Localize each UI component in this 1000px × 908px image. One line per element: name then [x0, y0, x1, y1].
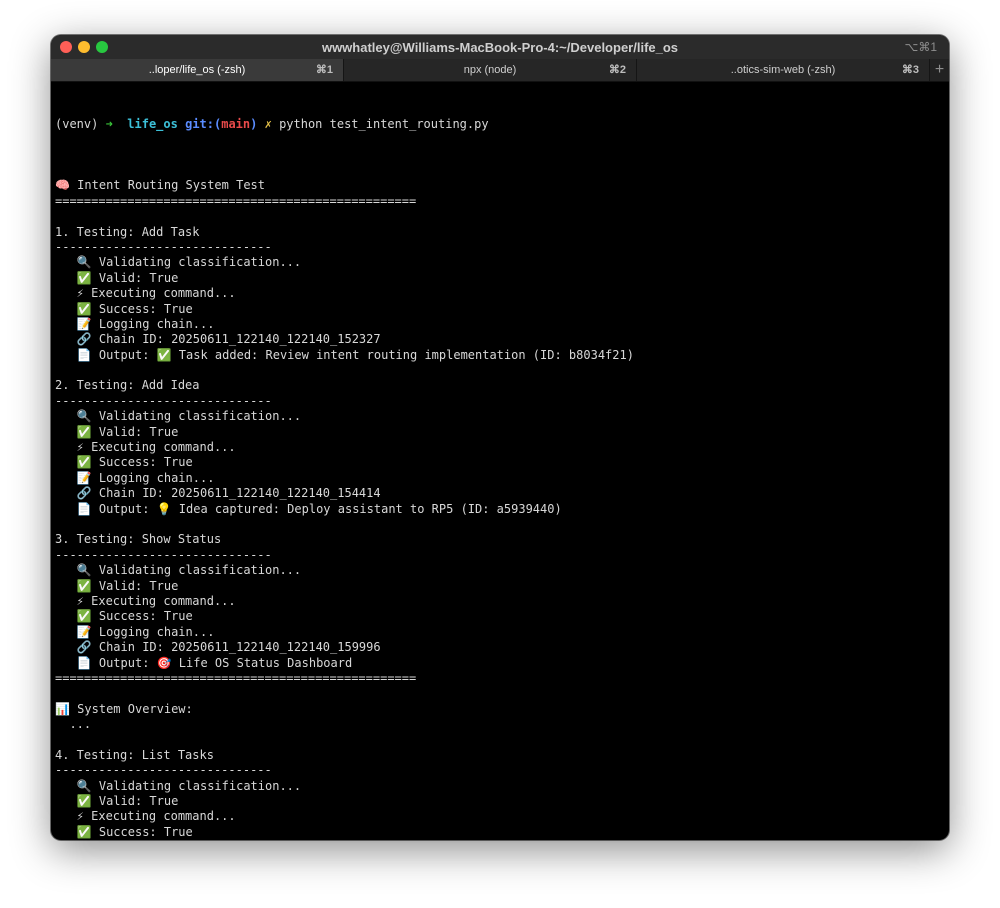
output-line: ✅ Success: True: [55, 301, 193, 316]
output-line: 4. Testing: List Tasks: [55, 747, 214, 762]
prompt-git-branch: main: [221, 116, 251, 131]
prompt-command: python test_intent_routing.py: [279, 116, 489, 131]
title-bar[interactable]: wwwhatley@Williams-MacBook-Pro-4:~/Devel…: [51, 35, 949, 59]
output-line: ✅ Valid: True: [55, 794, 179, 809]
output-line: 🔍 Validating classification...: [55, 409, 302, 424]
output-line: ========================================…: [55, 670, 417, 685]
output-lines: 🧠 Intent Routing System Test ============…: [55, 163, 945, 840]
tab-shortcut: ⌘3: [901, 64, 919, 76]
window-shortcut: ⌥⌘1: [904, 40, 937, 54]
prompt-venv: (venv): [55, 116, 99, 131]
output-line: ------------------------------: [55, 239, 272, 254]
window-title: wwwhatley@Williams-MacBook-Pro-4:~/Devel…: [321, 40, 679, 55]
prompt-git-prefix: git:(: [185, 116, 222, 131]
output-line: 📝 Logging chain...: [55, 624, 215, 639]
output-line: ⚡ Executing command...: [55, 286, 236, 301]
tab-label: ..loper/life_os (-zsh): [148, 64, 246, 76]
output-line: ✅ Success: True: [55, 609, 193, 624]
output-line: ⚡ Executing command...: [55, 593, 236, 608]
output-line: 🧠 Intent Routing System Test: [55, 178, 266, 193]
tab-label: npx (node): [463, 64, 517, 76]
output-line: ⚡ Executing command...: [55, 809, 236, 824]
tab-shortcut: ⌘2: [608, 64, 626, 76]
tab-life-os[interactable]: ..loper/life_os (-zsh) ⌘1: [51, 59, 344, 81]
tab-bar: ..loper/life_os (-zsh) ⌘1 npx (node) ⌘2 …: [51, 59, 949, 82]
prompt-arrow-icon: ➜: [105, 116, 113, 131]
tab-npx-node[interactable]: npx (node) ⌘2: [344, 59, 637, 81]
tab-robotics-sim-web[interactable]: ..otics-sim-web (-zsh) ⌘3: [637, 59, 930, 81]
prompt-git-suffix: ): [250, 116, 258, 131]
output-line: ------------------------------: [55, 547, 272, 562]
output-line: 📄 Output: 💡 Idea captured: Deploy assist…: [55, 501, 562, 516]
output-line: ✅ Success: True: [55, 824, 193, 839]
output-line: 🔗 Chain ID: 20250611_122140_122140_15441…: [55, 486, 381, 501]
prompt-line: (venv) ➜ life_os git:(main) ✗ python tes…: [55, 117, 945, 132]
output-line: 1. Testing: Add Task: [55, 224, 200, 239]
output-line: 📝 Logging chain...: [55, 316, 215, 331]
output-line: ✅ Valid: True: [55, 270, 179, 285]
output-line: ========================================…: [55, 193, 417, 208]
output-line: ------------------------------: [55, 763, 272, 778]
output-line: 2. Testing: Add Idea: [55, 378, 200, 393]
output-line: ...: [55, 717, 92, 732]
output-line: ✅ Valid: True: [55, 424, 179, 439]
output-line: 🔗 Chain ID: 20250611_122140_122140_15232…: [55, 332, 381, 347]
output-line: 🔗 Chain ID: 20250611_122140_122140_15999…: [55, 640, 381, 655]
prompt-dirty-icon: ✗: [264, 116, 272, 131]
new-tab-button[interactable]: +: [930, 59, 949, 81]
output-line: ✅ Valid: True: [55, 578, 179, 593]
output-line: 3. Testing: Show Status: [55, 532, 222, 547]
terminal-output[interactable]: (venv) ➜ life_os git:(main) ✗ python tes…: [51, 82, 949, 840]
output-line: 📄 Output: ✅ Task added: Review intent ro…: [55, 347, 634, 362]
tab-shortcut: ⌘1: [315, 64, 333, 76]
output-line: ✅ Success: True: [55, 455, 193, 470]
output-line: ------------------------------: [55, 393, 272, 408]
output-line: 📊 System Overview:: [55, 701, 193, 716]
output-line: 🔍 Validating classification...: [55, 563, 302, 578]
output-line: 📝 Logging chain...: [55, 470, 215, 485]
output-line: 📄 Output: 🎯 Life OS Status Dashboard: [55, 655, 353, 670]
output-line: ⚡ Executing command...: [55, 440, 236, 455]
prompt-directory: life_os: [127, 116, 178, 131]
tab-label: ..otics-sim-web (-zsh): [730, 64, 836, 76]
output-line: 🔍 Validating classification...: [55, 778, 302, 793]
terminal-window: wwwhatley@Williams-MacBook-Pro-4:~/Devel…: [51, 35, 949, 840]
output-line: 🔍 Validating classification...: [55, 255, 302, 270]
